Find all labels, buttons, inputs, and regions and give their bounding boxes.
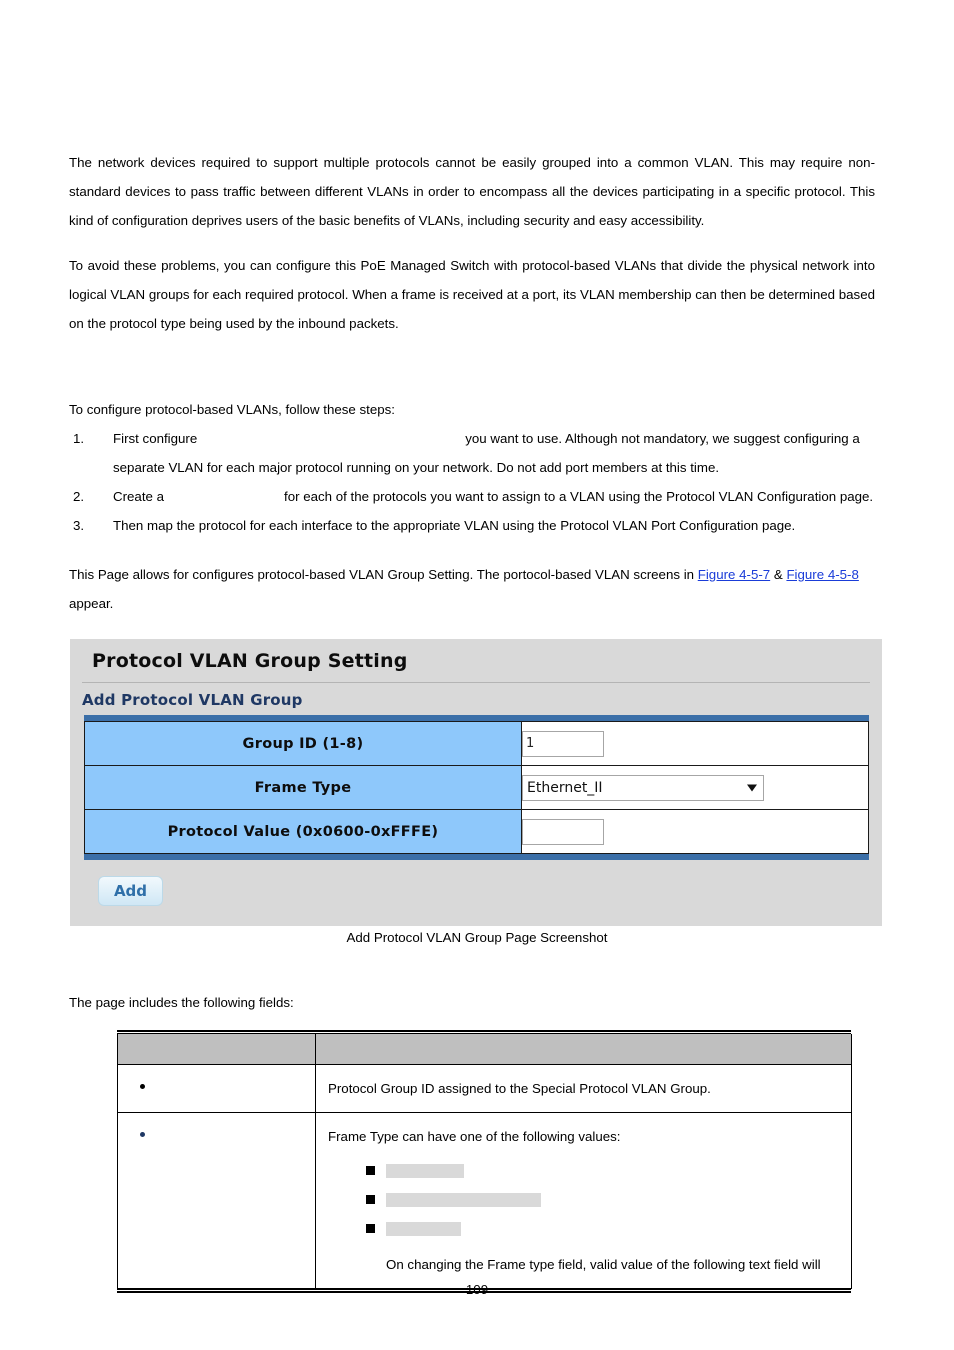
- bullet-icon: [140, 1083, 145, 1089]
- step-item-2: 2. Create a for each of the protocols you …: [69, 482, 875, 511]
- bullet-wrapper: [118, 1113, 315, 1154]
- row-description-text: Protocol Group ID assigned to the Specia…: [328, 1080, 711, 1096]
- step-item-1: 1. First configure you want to use. Althou…: [69, 424, 875, 482]
- panel-title: Protocol VLAN Group Setting: [92, 650, 408, 672]
- figure-intro-part1: This Page allows for configures protocol…: [69, 567, 698, 582]
- square-bullet-icon: [366, 1194, 375, 1204]
- row-description-text: Frame Type can have one of the following…: [328, 1128, 621, 1144]
- redacted-value: [386, 1221, 461, 1236]
- list-item: [328, 1156, 843, 1185]
- figure-intro-part2: &: [770, 567, 787, 582]
- list-item: [328, 1214, 843, 1243]
- row-description-cell: Frame Type can have one of the following…: [315, 1112, 852, 1289]
- field-cell-protocol-value: [521, 809, 869, 854]
- step-number: 3.: [73, 518, 85, 533]
- step-text-before: Create a: [113, 489, 164, 504]
- page-number: 109: [465, 1282, 489, 1297]
- bullet-icon: [140, 1131, 145, 1137]
- step-text-before: First configure: [113, 431, 198, 446]
- redacted-value: [386, 1163, 464, 1178]
- steps-list: 1. First configure you want to use. Althou…: [69, 424, 875, 540]
- label-frame-type: Frame Type: [84, 765, 522, 810]
- table-row: Frame Type can have one of the following…: [117, 1112, 852, 1289]
- add-button[interactable]: Add: [98, 876, 163, 906]
- protocol-value-input[interactable]: [522, 818, 604, 845]
- step-number: 2.: [73, 489, 85, 504]
- step-item-3: 3. Then map the protocol for each interfa…: [69, 511, 875, 540]
- bullet-wrapper: [118, 1065, 315, 1106]
- group-id-input[interactable]: 1: [522, 730, 604, 757]
- figure-intro: This Page allows for configures protocol…: [69, 560, 875, 618]
- frame-type-values-list: [328, 1156, 843, 1243]
- figure-caption: Add Protocol VLAN Group Page Screenshot: [346, 930, 608, 945]
- header-cell-object: [117, 1034, 316, 1065]
- field-cell-frame-type: Ethernet_II: [521, 765, 869, 810]
- label-group-id: Group ID (1-8): [84, 721, 522, 766]
- step-text-after: you want to use. Although not mandatory,…: [113, 431, 860, 475]
- row-object-cell: [117, 1112, 316, 1289]
- label-protocol-value: Protocol Value (0x0600-0xFFFE): [84, 809, 522, 854]
- document-body: The network devices required to support …: [69, 148, 875, 618]
- settings-form-table: Group ID (1-8) 1 Frame Type Ethernet_II …: [84, 721, 869, 854]
- panel-subtitle: Add Protocol VLAN Group: [82, 691, 303, 709]
- fields-table-wrapper: Protocol Group ID assigned to the Specia…: [117, 1030, 852, 1293]
- row-description-cell: Protocol Group ID assigned to the Specia…: [315, 1064, 852, 1113]
- redacted-value: [386, 1192, 541, 1207]
- form-bottom-accent-bar: [84, 854, 869, 860]
- figure-link-4-5-7[interactable]: Figure 4-5-7: [698, 567, 770, 582]
- square-bullet-icon: [366, 1223, 375, 1233]
- step-text-before: Then map the protocol for each interface…: [113, 518, 796, 533]
- row-description-block: Frame Type can have one of the following…: [316, 1113, 851, 1288]
- field-cell-group-id: 1: [521, 721, 869, 766]
- paragraph-1: The network devices required to support …: [69, 155, 875, 228]
- header-cell-description: [315, 1034, 852, 1065]
- figure-link-4-5-8[interactable]: Figure 4-5-8: [786, 567, 858, 582]
- form-row-group-id: Group ID (1-8) 1: [84, 721, 869, 766]
- paragraph-2: To avoid these problems, you can configu…: [69, 258, 875, 331]
- screenshot-panel: Protocol VLAN Group Setting Add Protocol…: [70, 639, 882, 926]
- row-object-cell: [117, 1064, 316, 1113]
- table-row: Protocol Group ID assigned to the Specia…: [117, 1064, 852, 1113]
- form-row-frame-type: Frame Type Ethernet_II: [84, 765, 869, 810]
- form-container: Group ID (1-8) 1 Frame Type Ethernet_II …: [84, 715, 884, 906]
- fields-intro: The page includes the following fields:: [69, 995, 294, 1010]
- step-number: 1.: [73, 431, 85, 446]
- step-text-after: for each of the protocols you want to as…: [284, 489, 874, 504]
- frame-type-selected-value: Ethernet_II: [527, 779, 603, 796]
- document-page: The network devices required to support …: [0, 0, 954, 1350]
- fields-table: Protocol Group ID assigned to the Specia…: [117, 1034, 852, 1289]
- frame-type-select[interactable]: Ethernet_II: [522, 774, 764, 801]
- list-item: [328, 1185, 843, 1214]
- row-note-text: On changing the Frame type field, valid …: [386, 1256, 821, 1272]
- form-row-protocol-value: Protocol Value (0x0600-0xFFFE): [84, 809, 869, 854]
- chevron-down-icon: [747, 784, 757, 791]
- table-header-row: [117, 1034, 852, 1065]
- figure-intro-part3: appear.: [69, 596, 114, 611]
- square-bullet-icon: [366, 1165, 375, 1175]
- steps-intro: To configure protocol-based VLANs, follo…: [69, 402, 395, 417]
